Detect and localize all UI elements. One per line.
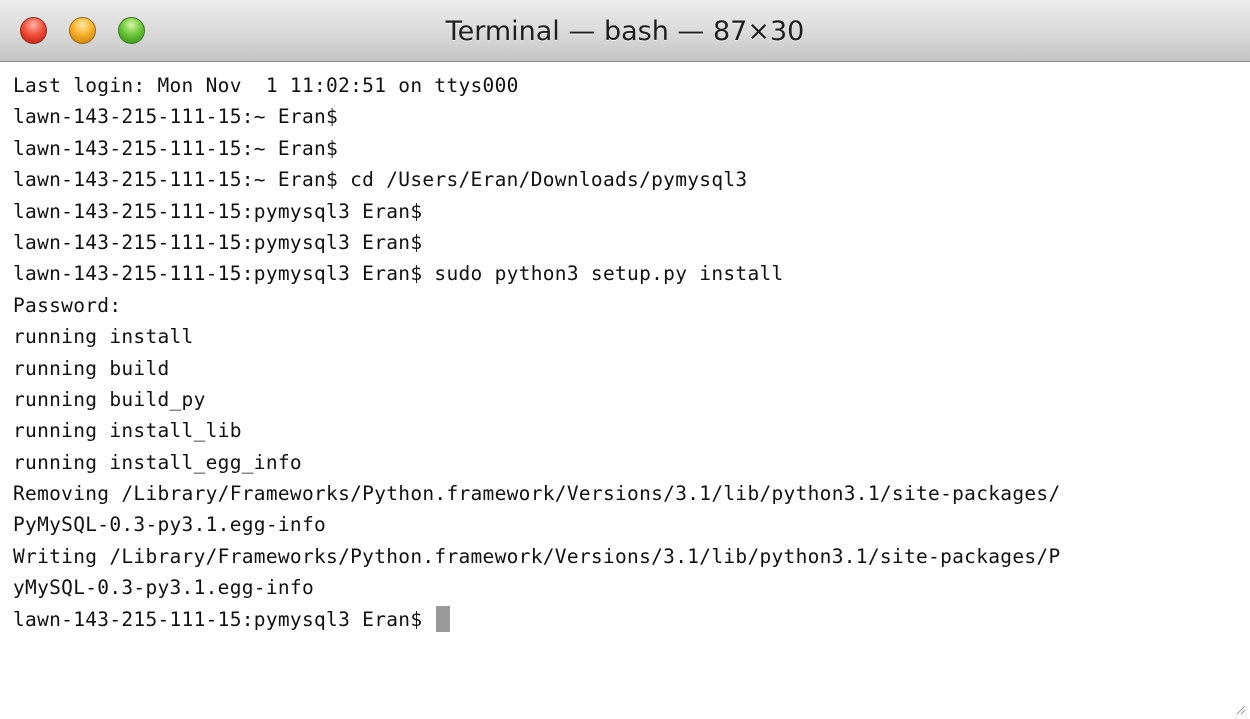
terminal-window: Terminal — bash — 87×30 Last login: Mon … bbox=[0, 0, 1250, 719]
window-title: Terminal — bash — 87×30 bbox=[445, 16, 805, 47]
title-bar[interactable]: Terminal — bash — 87×30 bbox=[0, 0, 1250, 62]
resize-grip-icon[interactable] bbox=[1232, 701, 1246, 715]
terminal-line: Last login: Mon Nov 1 11:02:51 on ttys00… bbox=[13, 74, 519, 97]
terminal-line: PyMySQL-0.3-py3.1.egg-info bbox=[13, 513, 327, 537]
terminal-line: lawn-143-215-111-15:~ Eran$ bbox=[13, 105, 339, 129]
terminal-line: Removing /Library/Frameworks/Python.fram… bbox=[13, 482, 1061, 506]
terminal-line: running build_py bbox=[13, 387, 206, 411]
terminal-line: Writing /Library/Frameworks/Python.frame… bbox=[13, 544, 1061, 568]
text-cursor bbox=[436, 606, 451, 633]
terminal-line: yMySQL-0.3-py3.1.egg-info bbox=[13, 576, 314, 600]
terminal-line: Password: bbox=[13, 293, 122, 317]
terminal-output[interactable]: Last login: Mon Nov 1 11:02:51 on ttys00… bbox=[0, 62, 1250, 719]
terminal-line: running install bbox=[13, 325, 194, 349]
terminal-line: lawn-143-215-111-15:pymysql3 Eran$ bbox=[13, 199, 423, 223]
terminal-line: lawn-143-215-111-15:~ Eran$ bbox=[13, 136, 339, 160]
terminal-line: running build bbox=[13, 356, 170, 380]
terminal-line: lawn-143-215-111-15:pymysql3 Eran$ bbox=[13, 230, 423, 254]
prompt-line[interactable]: lawn-143-215-111-15:pymysql3 Eran$ bbox=[13, 604, 1250, 635]
terminal-line: running install_lib bbox=[13, 419, 242, 443]
terminal-line: lawn-143-215-111-15:~ Eran$ cd /Users/Er… bbox=[13, 168, 748, 192]
prompt-text: lawn-143-215-111-15:pymysql3 Eran$ bbox=[13, 607, 435, 631]
terminal-line: lawn-143-215-111-15:pymysql3 Eran$ sudo … bbox=[13, 262, 784, 286]
terminal-line: running install_egg_info bbox=[13, 450, 302, 474]
